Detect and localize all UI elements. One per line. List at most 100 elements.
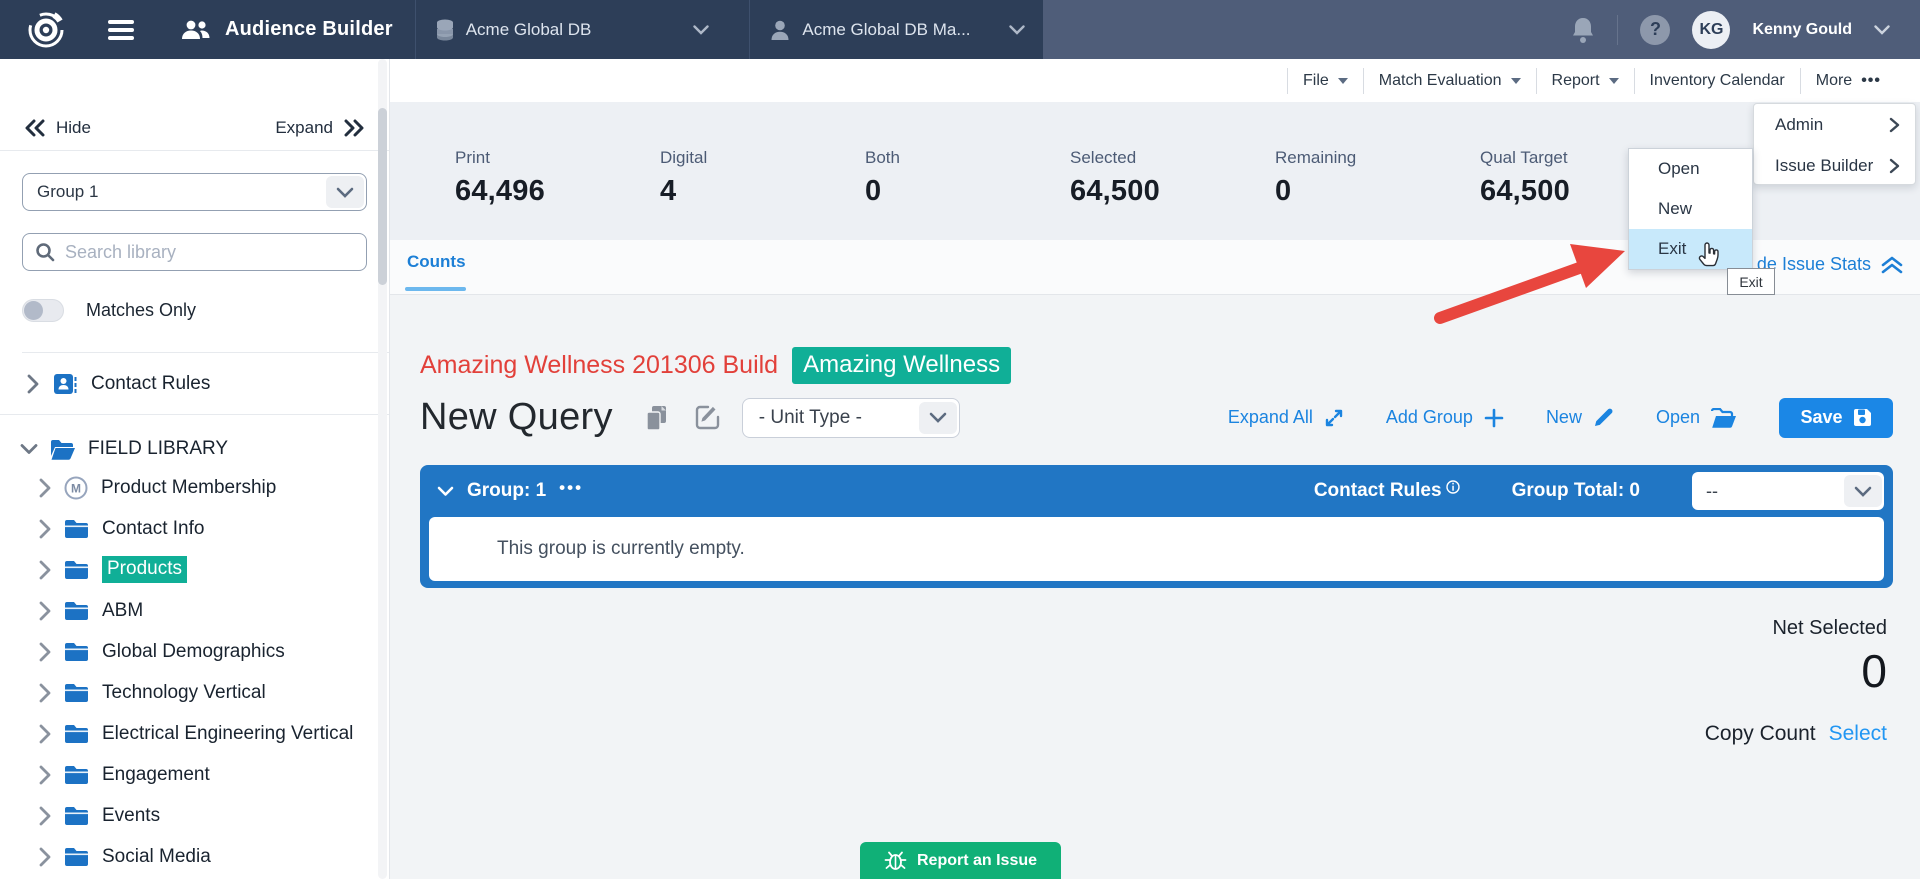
group-menu-ellipsis-icon[interactable]: ••• (559, 478, 583, 498)
menubar: File Match Evaluation Report Inventory C… (390, 59, 1920, 102)
unit-type-value: - Unit Type - (759, 407, 862, 429)
add-group-button[interactable]: Add Group (1386, 407, 1504, 428)
group-empty-message: This group is currently empty. (497, 538, 745, 560)
query-name: New Query (420, 396, 613, 439)
chevron-right-icon (1889, 158, 1900, 174)
menu-item-admin[interactable]: Admin (1754, 104, 1915, 145)
app-title: Audience Builder (225, 18, 393, 41)
profile-selector-value: Acme Global DB Ma... (802, 20, 970, 40)
expand-sidebar-button[interactable]: Expand (275, 118, 365, 138)
file-dropdown-menu: Open New Exit (1628, 148, 1753, 270)
item-label: Technology Vertical (102, 682, 266, 704)
menu-more[interactable]: More••• (1801, 72, 1896, 90)
chevron-right-icon (38, 519, 51, 539)
profile-selector[interactable]: Acme Global DB Ma... (750, 0, 1042, 59)
hamburger-menu-icon[interactable] (106, 18, 136, 42)
chevron-right-icon (38, 765, 51, 785)
copy-count-select-link[interactable]: Select (1829, 722, 1887, 746)
sidebar-item-social-media[interactable]: Social Media (0, 836, 389, 877)
library-search (22, 233, 367, 271)
item-label-highlighted: Products (102, 556, 187, 583)
chevron-right-icon (38, 806, 51, 826)
hide-sidebar-button[interactable]: Hide (24, 118, 91, 138)
sidebar-item-technology-vertical[interactable]: Technology Vertical (0, 672, 389, 713)
chevron-down-icon (693, 25, 709, 35)
group-total: Group Total: 0 (1512, 480, 1640, 502)
sidebar-item-contact-rules[interactable]: Contact Rules (0, 353, 389, 415)
menu-match-evaluation[interactable]: Match Evaluation (1364, 72, 1536, 90)
search-input[interactable] (65, 242, 355, 263)
new-query-button[interactable]: New (1546, 407, 1614, 428)
sidebar-item-electrical-engineering-vertical[interactable]: Electrical Engineering Vertical (0, 713, 389, 754)
copy-icon[interactable] (645, 405, 669, 431)
bug-icon (884, 849, 907, 872)
copy-count-label: Copy Count (1705, 722, 1816, 746)
expand-arrows-icon (1324, 408, 1344, 428)
user-name: Kenny Gould (1752, 21, 1852, 39)
plus-icon (1484, 408, 1504, 428)
menu-item-open[interactable]: Open (1629, 149, 1752, 189)
folder-icon (64, 806, 89, 826)
contact-rules-label: Contact Rules (91, 373, 210, 395)
menu-inventory-calendar[interactable]: Inventory Calendar (1635, 72, 1800, 90)
sidebar-header: Hide Expand (0, 59, 389, 151)
chevron-down-icon (20, 443, 38, 455)
folder-open-icon (1711, 408, 1737, 428)
chevron-down-icon[interactable] (1874, 25, 1890, 35)
database-selector-value: Acme Global DB (466, 20, 592, 40)
topbar-right: ? KG Kenny Gould (1043, 0, 1920, 59)
chevron-down-icon[interactable] (437, 486, 454, 497)
tab-active-underline (405, 287, 466, 291)
stat-print: Print64,496 (455, 148, 660, 240)
hide-issue-stats-link[interactable]: de Issue Stats (1757, 254, 1903, 275)
hand-cursor-icon (1697, 242, 1721, 270)
menu-file[interactable]: File (1288, 72, 1363, 90)
open-query-button[interactable]: Open (1656, 407, 1737, 428)
item-label: Global Demographics (102, 641, 285, 663)
unit-type-select[interactable]: - Unit Type - (742, 398, 960, 438)
chevron-right-icon (1889, 117, 1900, 133)
sidebar-item-products[interactable]: Products (0, 549, 389, 590)
expand-all-button[interactable]: Expand All (1228, 407, 1344, 428)
save-button[interactable]: Save (1779, 398, 1893, 438)
group-selector[interactable]: Group 1 (22, 173, 367, 211)
group-selector-value: Group 1 (37, 182, 98, 202)
edit-icon[interactable] (695, 405, 720, 430)
contact-rules-link[interactable]: Contact Rules (1314, 480, 1460, 502)
field-library-header[interactable]: FIELD LIBRARY (0, 431, 389, 467)
sidebar-item-contact-info[interactable]: Contact Info (0, 508, 389, 549)
sidebar-item-events[interactable]: Events (0, 795, 389, 836)
brand-logo-icon[interactable] (26, 10, 66, 50)
report-issue-button[interactable]: Report an Issue (860, 842, 1061, 879)
menu-item-exit[interactable]: Exit (1629, 229, 1752, 269)
save-disk-icon (1853, 408, 1872, 427)
chevron-right-icon (38, 601, 51, 621)
sidebar-scrollbar[interactable] (378, 59, 387, 879)
pencil-icon (1593, 407, 1614, 428)
stat-both: Both0 (865, 148, 1070, 240)
menu-item-issue-builder[interactable]: Issue Builder (1754, 145, 1915, 186)
menu-report[interactable]: Report (1537, 72, 1634, 90)
database-icon (436, 19, 454, 41)
avatar[interactable]: KG (1692, 11, 1730, 49)
sidebar-item-global-demographics[interactable]: Global Demographics (0, 631, 389, 672)
sidebar-scrollbar-thumb[interactable] (378, 108, 387, 285)
tab-counts[interactable]: Counts (407, 252, 466, 272)
menu-item-new[interactable]: New (1629, 189, 1752, 229)
item-label: ABM (102, 600, 143, 622)
matches-only-toggle[interactable] (22, 299, 64, 322)
sidebar-item-engagement[interactable]: Engagement (0, 754, 389, 795)
group-logic-select[interactable]: -- (1692, 472, 1884, 510)
selection-summary: Net Selected 0 Copy Count Select (420, 617, 1893, 746)
item-label: Electrical Engineering Vertical (102, 723, 353, 745)
help-icon[interactable]: ? (1640, 15, 1670, 45)
group-empty-state: This group is currently empty. (429, 517, 1884, 581)
group-logic-value: -- (1706, 481, 1718, 502)
folder-icon (64, 560, 89, 580)
sidebar-item-abm[interactable]: ABM (0, 590, 389, 631)
database-selector[interactable]: Acme Global DB (416, 0, 728, 59)
notifications-bell-icon[interactable] (1571, 16, 1595, 44)
sidebar-item-product-membership[interactable]: M Product Membership (0, 467, 389, 508)
chevron-down-icon (1844, 475, 1882, 507)
audience-builder-app: Audience Builder Acme Global DB Acme Glo… (0, 0, 1920, 879)
